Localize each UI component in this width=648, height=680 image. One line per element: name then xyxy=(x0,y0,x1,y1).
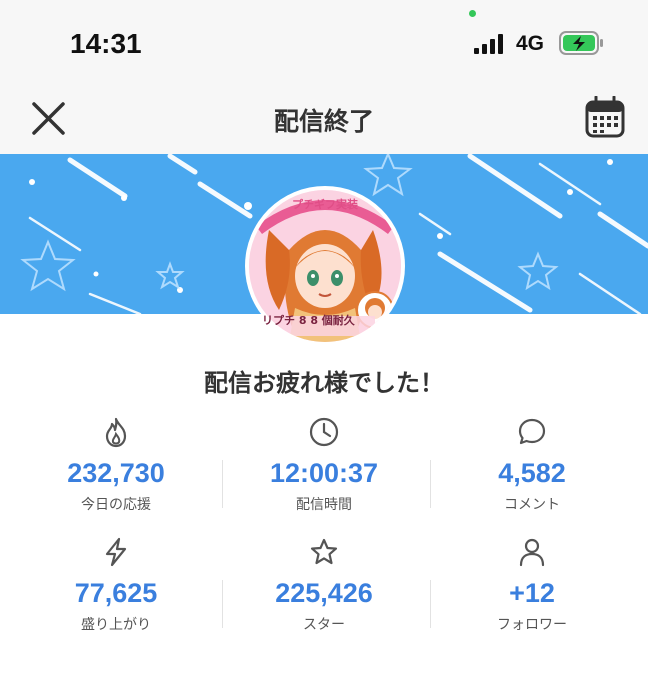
star-icon xyxy=(310,538,338,565)
stat-value: +12 xyxy=(509,578,555,608)
divider xyxy=(430,580,431,628)
stat-label: コメント xyxy=(504,497,560,513)
network-type: 4G xyxy=(516,32,545,55)
stat-value: 232,730 xyxy=(67,458,165,488)
avatar-caption-bottom: リプチ 8 8 個耐久 xyxy=(262,314,355,327)
stat-label: 盛り上がり xyxy=(81,617,151,633)
page-title: 配信終了 xyxy=(273,107,374,136)
stat-stream-time: 12:00:37 配信時間 xyxy=(216,410,432,520)
stat-followers: +12 フォロワー xyxy=(424,530,640,640)
status-time: 14:31 xyxy=(70,28,142,59)
divider xyxy=(430,460,431,508)
stat-comments: 4,582 コメント xyxy=(424,410,640,520)
clock-icon xyxy=(309,417,339,447)
nav-bar: 配信終了 xyxy=(0,88,648,154)
stat-support: 232,730 今日の応援 xyxy=(8,410,224,520)
person-icon xyxy=(519,538,545,567)
privacy-indicator-dot xyxy=(469,10,476,17)
signal-icon xyxy=(474,34,503,54)
avatar-caption-top: プチギフ実装 xyxy=(292,198,358,211)
comment-icon xyxy=(518,418,546,445)
divider xyxy=(222,580,223,628)
calendar-icon[interactable] xyxy=(585,96,625,138)
stat-label: フォロワー xyxy=(497,617,567,633)
battery-charging-icon xyxy=(559,31,603,55)
flame-icon xyxy=(105,417,127,448)
stat-value: 12:00:37 xyxy=(269,458,379,488)
stat-value: 4,582 xyxy=(498,458,566,488)
status-bar: 14:31 4G xyxy=(0,0,648,88)
divider xyxy=(222,460,223,508)
stat-label: 今日の応援 xyxy=(81,497,151,513)
stat-excitement: 77,625 盛り上がり xyxy=(8,530,224,640)
stat-value: 77,625 xyxy=(74,578,158,608)
stream-finished-message: 配信お疲れ様でした！ xyxy=(204,369,444,397)
stat-value: 225,426 xyxy=(275,578,373,608)
lightning-icon xyxy=(105,537,127,567)
stat-stars: 225,426 スター xyxy=(216,530,432,640)
stat-label: スター xyxy=(303,617,345,633)
stat-label: 配信時間 xyxy=(296,497,352,513)
